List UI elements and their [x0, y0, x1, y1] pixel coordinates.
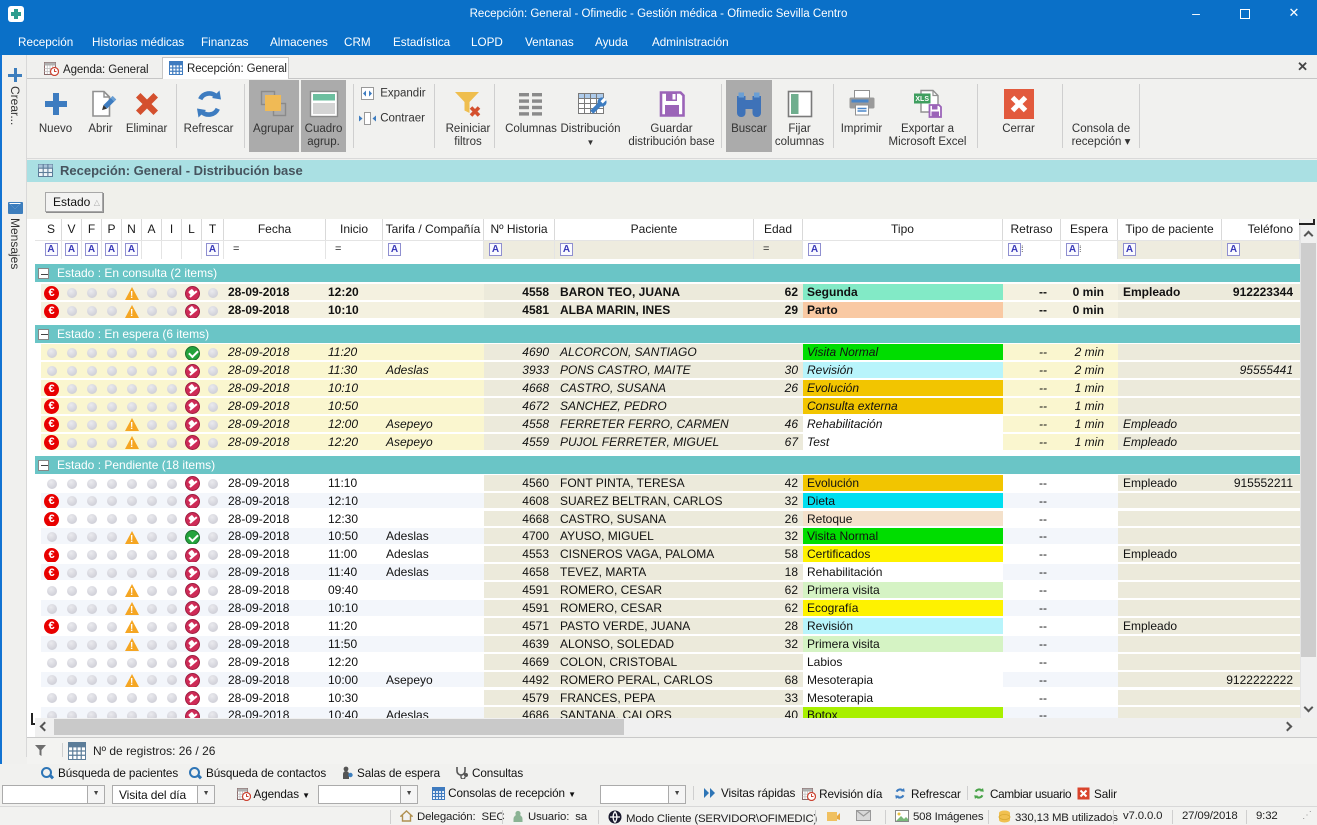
svg-text:XLS: XLS	[915, 96, 929, 103]
